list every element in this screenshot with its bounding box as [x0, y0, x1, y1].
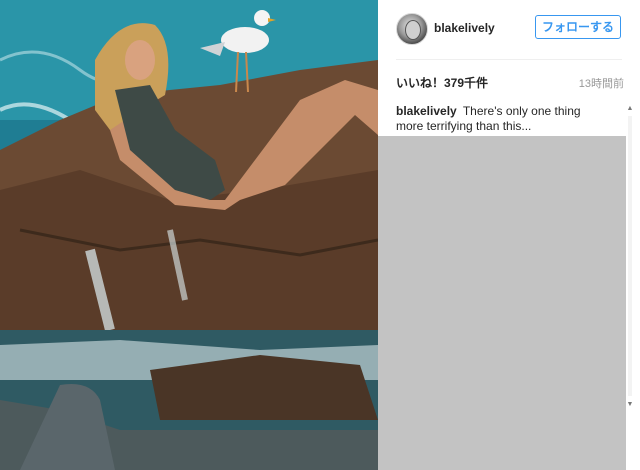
scroll-up-arrow-icon[interactable]: ▲ [626, 104, 634, 114]
scroll-down-arrow-icon[interactable]: ▼ [626, 400, 634, 410]
likes-row: いいね！379千件 13時間前 [396, 74, 624, 92]
post-caption: blakelively There's only one thing more … [396, 104, 610, 134]
post-timestamp[interactable]: 13時間前 [579, 75, 624, 91]
comments-area [378, 136, 626, 470]
avatar-face-icon [405, 20, 421, 40]
follow-button[interactable]: フォローする [535, 15, 621, 39]
post-header: blakelively フォローする [378, 0, 640, 60]
likes-count[interactable]: いいね！379千件 [396, 74, 488, 91]
post-info-panel: blakelively フォローする いいね！379千件 13時間前 blake… [378, 0, 640, 470]
avatar[interactable] [396, 13, 428, 45]
username-link[interactable]: blakelively [434, 21, 495, 35]
header-divider [396, 59, 622, 60]
post-photo[interactable] [0, 0, 378, 470]
caption-username-link[interactable]: blakelively [396, 104, 457, 118]
post-photo-image [0, 0, 378, 470]
comments-scrollbar[interactable] [628, 116, 632, 396]
